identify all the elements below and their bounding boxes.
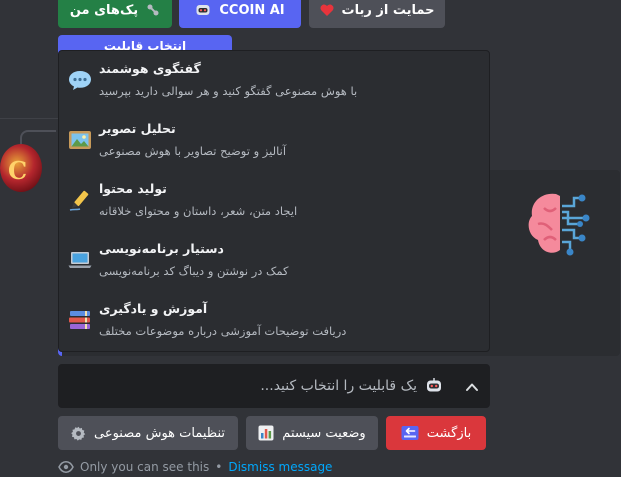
option-coding-assistant[interactable]: دستیار برنامه‌نویسی کمک در نوشتن و دیباگ… xyxy=(59,231,489,291)
divider xyxy=(0,118,60,119)
speech-bubble-icon xyxy=(67,67,93,93)
my-packs-button[interactable]: پک‌های من xyxy=(58,0,172,28)
option-description: با هوش مصنوعی گفتگو کنید و هر سوالی داری… xyxy=(99,84,358,98)
option-description: دریافت توضیحات آموزشی درباره موضوعات مخت… xyxy=(99,324,347,338)
option-description: کمک در نوشتن و دیباگ کد برنامه‌نویسی xyxy=(99,264,289,278)
bot-avatar[interactable]: C xyxy=(0,144,42,192)
support-bot-label: حمایت از ربات xyxy=(341,2,435,18)
back-button[interactable]: بازگشت xyxy=(386,416,486,450)
ccoin-ai-label: CCOIN AI xyxy=(219,2,285,18)
chevron-up-icon[interactable] xyxy=(465,379,479,398)
bar-chart-icon xyxy=(258,425,274,441)
option-label: تولید محتوا xyxy=(99,181,167,196)
my-packs-label: پک‌های من xyxy=(69,2,139,18)
ephemeral-notice: Only you can see this • Dismiss message xyxy=(58,460,332,474)
eye-icon xyxy=(58,460,74,474)
option-smart-chat[interactable]: گفتگوی هوشمند با هوش مصنوعی گفتگو کنید و… xyxy=(59,51,489,111)
option-label: تحلیل تصویر xyxy=(99,121,176,136)
only-you-text: Only you can see this xyxy=(80,460,210,474)
option-image-analysis[interactable]: تحلیل تصویر آنالیز و توضیح تصاویر با هوش… xyxy=(59,111,489,171)
gear-icon xyxy=(71,426,86,441)
select-placeholder-row: یک قابلیت را انتخاب کنید... xyxy=(260,377,443,395)
heart-icon xyxy=(320,4,334,17)
option-label: گفتگوی هوشمند xyxy=(99,61,201,76)
ai-brain-icon xyxy=(522,186,598,262)
option-description: ایجاد متن، شعر، داستان و محتوای خلاقانه xyxy=(99,204,298,218)
dismiss-message-link[interactable]: Dismiss message xyxy=(228,460,332,474)
select-placeholder: یک قابلیت را انتخاب کنید... xyxy=(260,378,417,394)
system-status-label: وضعیت سیستم xyxy=(282,425,366,441)
ai-settings-label: تنظیمات هوش مصنوعی xyxy=(93,425,225,441)
back-label: بازگشت xyxy=(426,425,472,441)
option-content-generation[interactable]: تولید محتوا ایجاد متن، شعر، داستان و محت… xyxy=(59,171,489,231)
option-learning[interactable]: آموزش و یادگیری دریافت توضیحات آموزشی در… xyxy=(59,291,489,351)
package-icon xyxy=(146,3,160,17)
coin-logo-icon: C xyxy=(8,156,28,185)
robot-icon xyxy=(425,377,443,395)
system-status-button[interactable]: وضعیت سیستم xyxy=(246,416,378,450)
picture-icon xyxy=(67,127,93,153)
back-arrow-icon xyxy=(401,425,419,441)
books-icon xyxy=(67,307,93,333)
feature-select-menu[interactable]: یک قابلیت را انتخاب کنید... xyxy=(58,364,490,408)
option-label: دستیار برنامه‌نویسی xyxy=(99,241,224,256)
option-label: آموزش و یادگیری xyxy=(99,301,208,316)
option-description: آنالیز و توضیح تصاویر با هوش مصنوعی xyxy=(99,144,287,158)
ai-settings-button[interactable]: تنظیمات هوش مصنوعی xyxy=(58,416,238,450)
laptop-icon xyxy=(67,247,93,273)
support-bot-button[interactable]: حمایت از ربات xyxy=(309,0,445,28)
feature-dropdown-menu: گفتگوی هوشمند با هوش مصنوعی گفتگو کنید و… xyxy=(58,50,490,352)
ccoin-ai-button[interactable]: CCOIN AI xyxy=(179,0,301,28)
robot-icon xyxy=(195,2,211,18)
separator-dot: • xyxy=(215,460,223,474)
pen-icon xyxy=(67,187,93,213)
